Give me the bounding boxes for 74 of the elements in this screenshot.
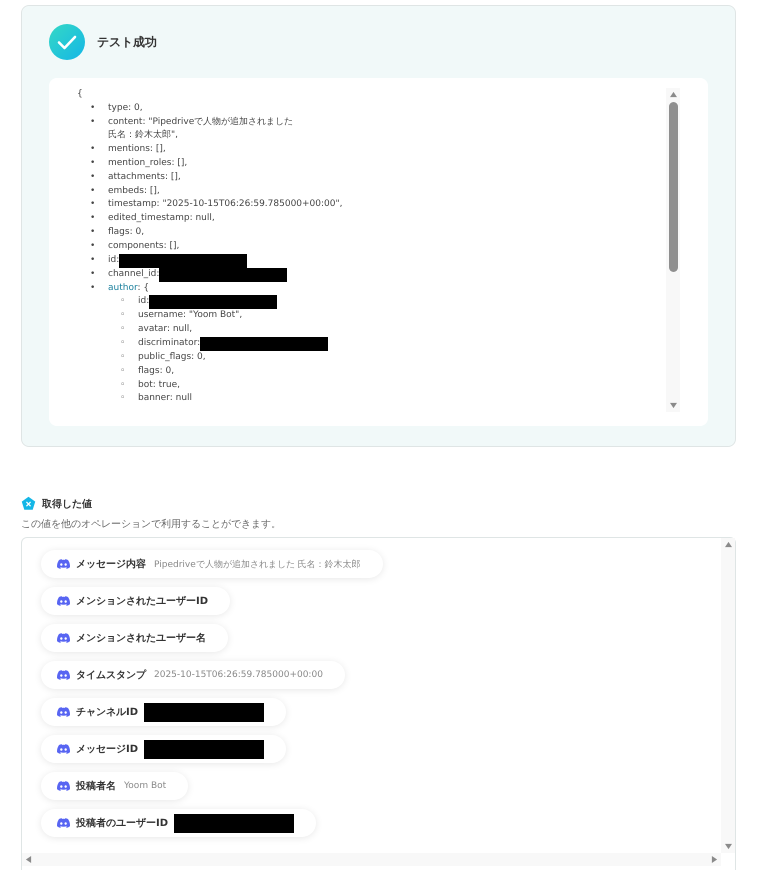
bullet: •	[90, 156, 96, 170]
json-line: edited_timestamp: null,	[108, 213, 215, 224]
value-chip[interactable]: 投稿者名 Yoom Bot	[41, 772, 188, 800]
bullet: •	[90, 116, 96, 129]
json-line: timestamp: "2025-10-15T06:26:59.785000+00:00",	[108, 199, 342, 210]
bullet: ◦	[120, 323, 126, 336]
game-controller-icon	[57, 559, 70, 569]
scroll-down-icon[interactable]	[668, 402, 678, 409]
json-line: bot: true,	[138, 380, 180, 390]
json-line: mentions: [],	[108, 144, 166, 154]
bullet: •	[90, 143, 96, 156]
json-line: public_flags: 0,	[138, 352, 206, 362]
json-line: channel_id:	[108, 268, 160, 279]
bullet: ◦	[120, 392, 126, 406]
scroll-down-icon[interactable]	[724, 843, 732, 850]
json-line: components: [],	[108, 240, 180, 251]
json-line: discriminator:	[138, 338, 200, 348]
game-controller-icon	[57, 633, 70, 643]
bullet: •	[90, 170, 96, 184]
bullet: ◦	[120, 336, 126, 350]
scrollbar[interactable]	[666, 88, 680, 412]
json-line: flags: 0,	[138, 366, 174, 376]
bullet: ◦	[120, 309, 126, 322]
bullet: •	[90, 102, 96, 115]
json-line: id:	[138, 296, 150, 306]
check-icon	[49, 24, 85, 60]
json-brace: {	[77, 88, 83, 101]
game-controller-icon	[57, 744, 70, 754]
bullet: ◦	[120, 295, 126, 308]
scroll-left-icon[interactable]	[25, 855, 32, 864]
game-controller-icon	[57, 596, 70, 606]
json-line: username: "Yoom Bot",	[138, 310, 242, 320]
bullet: •	[90, 226, 96, 239]
bullet: ◦	[120, 350, 126, 364]
game-controller-icon	[57, 818, 70, 828]
bullet: •	[90, 268, 96, 281]
json-line: flags: 0,	[108, 226, 144, 237]
json-line: content: "Pipedriveで人物が追加されました	[108, 116, 294, 127]
value-chip[interactable]: メッセージ内容 Pipedriveで人物が追加されました 氏名：鈴木太郎	[41, 550, 383, 578]
game-controller-icon	[57, 781, 70, 791]
json-line: type: 0,	[108, 102, 143, 113]
pentagon-x-icon	[21, 496, 36, 511]
scroll-up-icon[interactable]	[668, 91, 678, 98]
bullet: •	[90, 240, 96, 253]
bullet: ◦	[120, 364, 126, 378]
value-chip[interactable]: メッセージID	[41, 735, 286, 763]
json-line: author: {	[108, 282, 150, 293]
scroll-up-icon[interactable]	[724, 541, 732, 548]
scroll-right-icon[interactable]	[711, 855, 718, 864]
json-line: 氏名：鈴木太郎",	[108, 129, 180, 142]
bullet: •	[90, 254, 96, 267]
scrollbar[interactable]	[721, 538, 735, 853]
json-line: banner: null	[138, 393, 192, 404]
json-line: id:	[108, 254, 120, 265]
game-controller-icon	[57, 707, 70, 717]
bullet: •	[90, 184, 96, 198]
json-line: embeds: [],	[108, 186, 160, 196]
value-chip[interactable]: チャンネルID	[41, 698, 286, 726]
status-title: テスト成功	[97, 34, 157, 50]
value-chip[interactable]: メンションされたユーザー名	[41, 624, 228, 652]
json-line: attachments: [],	[108, 172, 181, 182]
bullet: •	[90, 198, 96, 212]
bullet: •	[90, 212, 96, 226]
game-controller-icon	[57, 670, 70, 680]
section-title: 取得した値	[42, 498, 92, 510]
horizontal-scrollbar[interactable]	[22, 853, 721, 866]
value-chip[interactable]: 投稿者のユーザーID	[41, 809, 316, 837]
section-description: この値を他のオペレーションで利用することができます。	[21, 518, 282, 531]
bullet: ◦	[120, 378, 126, 392]
json-line: avatar: null,	[138, 324, 192, 334]
bullet: •	[90, 282, 96, 295]
json-line: mention_roles: [],	[108, 158, 188, 168]
value-chip[interactable]: タイムスタンプ 2025-10-15T06:26:59.785000+00:00	[41, 661, 345, 689]
value-chip[interactable]: メンションされたユーザーID	[41, 587, 230, 615]
